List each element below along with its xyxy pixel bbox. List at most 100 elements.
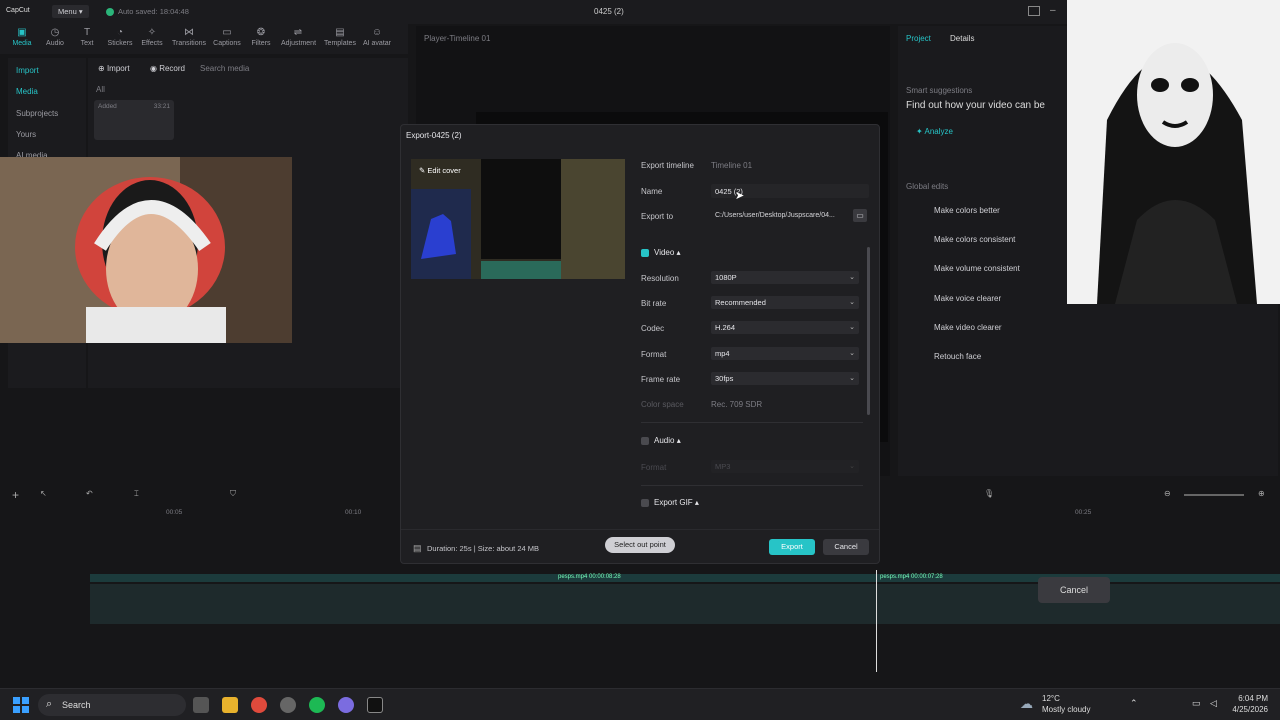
select-tool-icon[interactable]: ↖ bbox=[40, 489, 47, 498]
clock-date[interactable]: 4/25/2026 bbox=[1228, 705, 1268, 714]
edit-make-voice-clearer[interactable]: Make voice clearer bbox=[934, 294, 1001, 303]
weather-desc: Mostly cloudy bbox=[1042, 705, 1091, 714]
tool-adjustment[interactable]: ⇌ Adjustment bbox=[281, 27, 317, 47]
discord-icon[interactable] bbox=[338, 697, 354, 713]
audio-section-toggle[interactable]: Audio ▴ bbox=[654, 436, 681, 445]
gif-checkbox[interactable] bbox=[641, 499, 649, 507]
analyze-button[interactable]: ✦ Analyze bbox=[916, 127, 953, 136]
tool-captions[interactable]: ▭ Captions bbox=[210, 27, 244, 47]
menu-button[interactable]: Menu ▾ bbox=[52, 5, 89, 18]
tab-project[interactable]: Project bbox=[906, 34, 931, 43]
edit-cover-label: Edit cover bbox=[427, 166, 461, 175]
import-label: Import bbox=[106, 64, 130, 73]
menu-label: Menu bbox=[58, 7, 77, 16]
tool-filters[interactable]: ❂ Filters bbox=[244, 27, 278, 47]
edit-make-volume-consistent[interactable]: Make volume consistent bbox=[934, 264, 1020, 273]
edit-make-video-clearer[interactable]: Make video clearer bbox=[934, 323, 1002, 332]
tool-transitions[interactable]: ⋈ Transitions bbox=[172, 27, 206, 47]
duration-size-text: Duration: 25s | Size: about 24 MB bbox=[427, 544, 540, 553]
tool-label: Text bbox=[80, 40, 94, 47]
folder-icon[interactable]: ▭ bbox=[853, 209, 867, 222]
tool-label: Templates bbox=[324, 40, 356, 47]
export-timeline-value: Timeline 01 bbox=[711, 161, 753, 170]
character-image bbox=[1067, 0, 1280, 304]
zoom-out-icon[interactable]: ⊖ bbox=[1164, 489, 1171, 498]
clip-label: pesps.mp4 00:00:08:28 bbox=[558, 574, 621, 580]
import-button[interactable]: ⊕ Import bbox=[98, 64, 130, 73]
tool-stickers[interactable]: ◔ Stickers bbox=[103, 27, 137, 47]
video-section-toggle[interactable]: Video ▴ bbox=[654, 248, 681, 257]
weather-icon: ☁ bbox=[1020, 696, 1033, 711]
video-section-label: Video bbox=[654, 248, 675, 257]
sidebar-item-yours[interactable]: Yours bbox=[16, 130, 36, 139]
chevron-down-icon: ⌄ bbox=[849, 463, 855, 470]
framerate-value: 30fps bbox=[715, 374, 734, 383]
capcut-icon[interactable] bbox=[367, 697, 383, 713]
main-toolbar: ▣ Media ◷ Audio T Text ◔ Stickers ✧ Effects ⋈… bbox=[0, 24, 408, 54]
playhead[interactable] bbox=[876, 570, 877, 672]
tool-templates[interactable]: ▤ Templates bbox=[323, 27, 357, 47]
dialog-scrollbar[interactable] bbox=[867, 247, 870, 415]
gif-section-toggle[interactable]: Export GIF ▴ bbox=[654, 498, 699, 507]
cover-preview[interactable]: ✎ Edit cover bbox=[411, 159, 625, 279]
tab-details[interactable]: Details bbox=[950, 34, 974, 43]
clip-added-badge: Added bbox=[98, 103, 117, 110]
clock-time[interactable]: 6:04 PM bbox=[1236, 694, 1268, 703]
codec-label: Codec bbox=[641, 324, 665, 333]
chrome-icon[interactable] bbox=[251, 697, 267, 713]
sidebar-item-import[interactable]: Import bbox=[16, 66, 39, 75]
audio-checkbox[interactable] bbox=[641, 437, 649, 445]
resolution-select[interactable]: 1080P ⌄ bbox=[711, 271, 859, 284]
format-select[interactable]: mp4 ⌄ bbox=[711, 347, 859, 360]
shield-icon[interactable]: ⛉ bbox=[230, 489, 236, 499]
split-icon[interactable]: ⌶ bbox=[134, 489, 139, 499]
tool-ai-avatar[interactable]: ☺ AI avatar bbox=[360, 27, 394, 47]
zoom-in-icon[interactable]: ⊕ bbox=[1258, 489, 1265, 498]
tool-text[interactable]: T Text bbox=[70, 27, 104, 47]
spotify-icon[interactable] bbox=[309, 697, 325, 713]
file-icon[interactable] bbox=[193, 697, 209, 713]
edit-cover-button[interactable]: ✎ Edit cover bbox=[419, 166, 461, 175]
export-path-field[interactable]: C:/Users/user/Desktop/Juspscare/04... bbox=[711, 209, 851, 223]
bitrate-select[interactable]: Recommended ⌄ bbox=[711, 296, 859, 309]
network-icon[interactable]: ▭ bbox=[1192, 698, 1201, 709]
sidebar-item-media[interactable]: Media bbox=[16, 87, 38, 96]
edit-make-colors-better[interactable]: Make colors better bbox=[934, 206, 1000, 215]
render-cancel-button[interactable]: Cancel bbox=[1038, 577, 1110, 603]
tool-effects[interactable]: ✧ Effects bbox=[135, 27, 169, 47]
framerate-select[interactable]: 30fps ⌄ bbox=[711, 372, 859, 385]
clip-duration: 33:21 bbox=[153, 103, 170, 110]
record-button[interactable]: ◉ Record bbox=[150, 64, 185, 73]
cancel-button[interactable]: Cancel bbox=[823, 539, 869, 555]
layout-icon[interactable] bbox=[1028, 6, 1040, 16]
taskbar-search[interactable]: ⌕ Search bbox=[38, 694, 186, 716]
volume-icon[interactable]: ◁ bbox=[1210, 698, 1217, 709]
cancel-label: Cancel bbox=[834, 542, 858, 551]
microphone-icon[interactable]: 🎙 bbox=[984, 489, 994, 498]
sidebar-item-subprojects[interactable]: Subprojects bbox=[16, 109, 58, 118]
media-search-input[interactable]: Search media bbox=[200, 64, 249, 73]
chevron-up-icon[interactable]: ⌃ bbox=[1130, 698, 1138, 709]
export-button[interactable]: Export bbox=[769, 539, 815, 555]
zoom-slider[interactable] bbox=[1184, 494, 1244, 496]
settings-icon[interactable] bbox=[280, 697, 296, 713]
codec-select[interactable]: H.264 ⌄ bbox=[711, 321, 859, 334]
tool-audio[interactable]: ◷ Audio bbox=[38, 27, 72, 47]
media-clip-thumb[interactable]: Added 33:21 bbox=[94, 100, 174, 140]
edit-retouch-face[interactable]: Retouch face bbox=[934, 352, 981, 361]
add-track-icon[interactable]: + bbox=[12, 488, 19, 502]
minimize-icon[interactable]: – bbox=[1050, 5, 1056, 16]
edit-make-colors-consistent[interactable]: Make colors consistent bbox=[934, 235, 1015, 244]
tool-media[interactable]: ▣ Media bbox=[5, 27, 39, 47]
webcam-image bbox=[0, 157, 292, 343]
filter-all[interactable]: All bbox=[96, 85, 105, 94]
windows-start-icon[interactable] bbox=[13, 697, 29, 713]
divider bbox=[641, 422, 863, 423]
tool-label: Adjustment bbox=[281, 40, 317, 47]
clip-label: pesps.mp4 00:00:07:28 bbox=[880, 574, 943, 580]
tool-label: Transitions bbox=[172, 40, 206, 47]
undo-icon[interactable]: ↶ bbox=[86, 489, 93, 498]
folder-icon[interactable] bbox=[222, 697, 238, 713]
video-checkbox[interactable] bbox=[641, 249, 649, 257]
media-icon: ▣ bbox=[17, 27, 27, 38]
